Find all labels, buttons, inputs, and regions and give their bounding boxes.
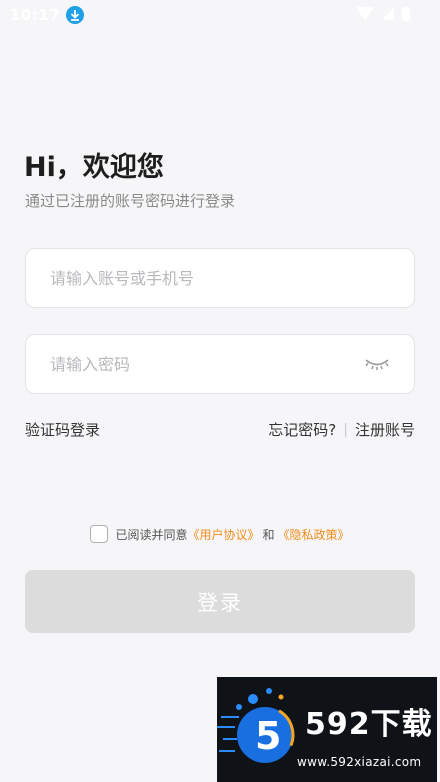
link-divider: | [343, 421, 348, 438]
account-field[interactable] [25, 248, 415, 308]
register-link[interactable]: 注册账号 [355, 419, 415, 440]
wifi-icon [356, 7, 374, 21]
agreement-checkbox[interactable] [90, 525, 109, 543]
watermark-brand: 592下载 [305, 707, 433, 742]
page-title: Hi，欢迎您 [24, 152, 164, 183]
battery-icon [402, 7, 410, 21]
status-bar: 10:17 [0, 0, 440, 30]
account-input[interactable] [50, 268, 390, 288]
sms-login-link[interactable]: 验证码登录 [25, 419, 100, 440]
login-button[interactable]: 登录 [25, 570, 415, 633]
privacy-policy-link[interactable]: 《隐私政策》 [278, 526, 350, 543]
account-links: 忘记密码? | 注册账号 [268, 419, 415, 440]
watermark-url: www.592xiazai.com [297, 755, 422, 769]
eye-closed-icon[interactable] [364, 357, 390, 371]
password-field[interactable] [25, 334, 415, 394]
agreement-conjunction: 和 [262, 527, 275, 542]
status-icons [356, 7, 410, 21]
forgot-password-link[interactable]: 忘记密码? [268, 419, 336, 440]
watermark: 5 592下载 www.592xiazai.com [217, 677, 437, 782]
agreement-row: 已阅读并同意 《用户协议》 和 《隐私政策》 [0, 525, 440, 543]
status-time: 10:17 [10, 6, 61, 24]
watermark-logo-glyph: 5 [255, 714, 281, 758]
download-icon [66, 6, 85, 24]
agreement-prefix: 已阅读并同意 [115, 527, 188, 542]
password-input[interactable] [50, 354, 364, 374]
signal-icon [382, 8, 394, 20]
user-agreement-link[interactable]: 《用户协议》 [187, 526, 259, 543]
page-subtitle: 通过已注册的账号密码进行登录 [25, 192, 236, 210]
